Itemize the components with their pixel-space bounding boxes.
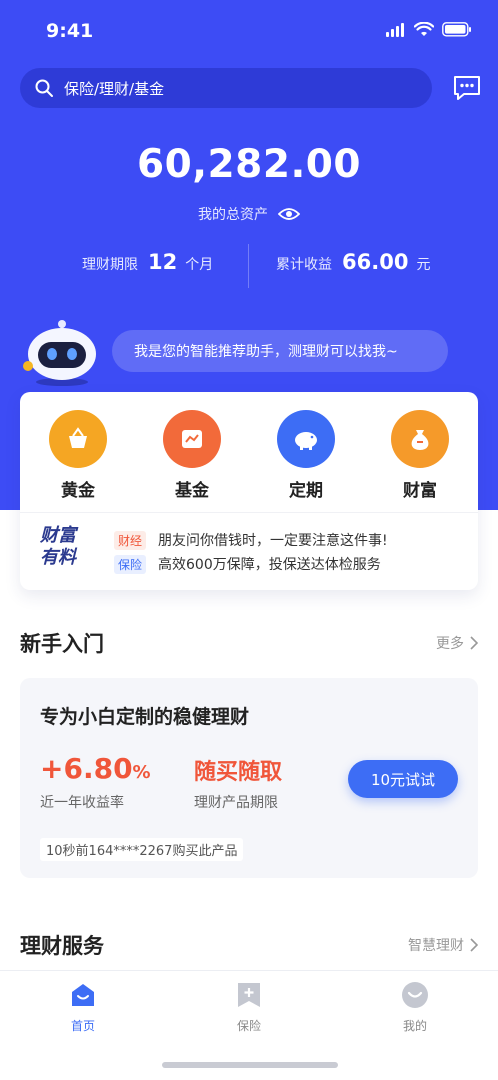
yield-rate-unit: % [132, 762, 151, 783]
category-fixed-term[interactable]: 定期 [266, 410, 346, 501]
assistant-bubble[interactable]: 我是您的智能推荐助手，测理财可以找我~ [112, 330, 448, 372]
recent-purchase-note: 10秒前164****2267购买此产品 [40, 838, 244, 861]
category-label: 财富 [403, 481, 437, 501]
chevron-right-icon [470, 636, 478, 650]
search-bar[interactable]: 保险/理财/基金 [20, 68, 432, 108]
insurance-icon [238, 983, 260, 1007]
beginner-section-title: 新手入门 [20, 632, 104, 656]
services-section-title: 理财服务 [20, 934, 104, 958]
tab-mine[interactable]: 我的 [375, 981, 455, 1034]
battery-icon [442, 22, 471, 37]
basket-icon [69, 427, 87, 448]
income-label: 累计收益 [276, 257, 332, 273]
quick-entry-card: 黄金 基金 定期 财富 财富 有料 财经 朋友问你借钱时，一定要注意这件事! 保… [20, 392, 478, 590]
chart-icon [182, 430, 202, 448]
yield-rate: +6.80% [40, 752, 151, 785]
more-label: 智慧理财 [408, 938, 464, 954]
eye-icon[interactable] [278, 207, 300, 221]
status-icons [386, 22, 472, 37]
product-card[interactable]: 专为小白定制的稳健理财 +6.80% 近一年收益率 随买随取 理财产品期限 10… [20, 678, 478, 878]
news-section: 财富 有料 财经 朋友问你借钱时，一定要注意这件事! 保险 高效600万保障，投… [20, 512, 478, 590]
asset-stats: 理财期限 12 个月 累计收益 66.00 元 [0, 244, 498, 292]
tab-label: 保险 [236, 1019, 261, 1033]
category-gold[interactable]: 黄金 [38, 410, 118, 501]
tab-home[interactable]: 首页 [43, 981, 123, 1034]
search-placeholder: 保险/理财/基金 [64, 79, 165, 98]
message-icon[interactable] [452, 74, 482, 102]
chevron-right-icon [470, 938, 478, 952]
income-unit: 元 [416, 257, 431, 273]
category-fund[interactable]: 基金 [152, 410, 232, 501]
news-item[interactable]: 财经 朋友问你借钱时，一定要注意这件事! [114, 529, 388, 551]
news-text: 高效600万保障，投保送达体检服务 [158, 557, 381, 573]
piggy-bank-icon [295, 432, 317, 450]
tab-label: 首页 [70, 1019, 95, 1033]
income-stat: 累计收益 66.00 元 [276, 250, 430, 292]
wealth-news-logo: 财富 有料 [40, 525, 100, 569]
category-label: 黄金 [61, 481, 95, 501]
stats-divider [248, 244, 249, 288]
category-label: 基金 [175, 481, 209, 501]
news-item[interactable]: 保险 高效600万保障，投保送达体检服务 [114, 553, 381, 575]
fixed-term-circle [277, 410, 335, 468]
news-tag: 保险 [114, 554, 147, 574]
total-assets-value: 60,282.00 [136, 142, 362, 187]
user-smile-icon [402, 982, 428, 1008]
wealth-circle [391, 410, 449, 468]
status-bar: 9:41 [0, 0, 498, 60]
yield-rate-value: +6.80 [40, 752, 133, 785]
logo-line-2: 有料 [40, 547, 76, 568]
wifi-icon [414, 22, 434, 36]
assistant-text: 我是您的智能推荐助手，测理财可以找我~ [134, 344, 398, 360]
try-10-yuan-button[interactable]: 10元试试 [348, 760, 458, 798]
product-title: 专为小白定制的稳健理财 [40, 706, 250, 728]
home-icon [72, 984, 94, 1006]
more-label: 更多 [436, 636, 464, 652]
income-value: 66.00 [342, 250, 409, 274]
term-stat: 理财期限 12 个月 [82, 250, 213, 292]
product-term-value: 随买随取 [194, 760, 283, 785]
news-text: 朋友问你借钱时，一定要注意这件事! [158, 533, 388, 549]
signal-icon [386, 22, 404, 37]
yield-rate-label: 近一年收益率 [40, 795, 124, 811]
beginner-more-link[interactable]: 更多 [436, 633, 478, 653]
category-wealth[interactable]: 财富 [380, 410, 460, 501]
category-label: 定期 [289, 481, 323, 501]
term-unit: 个月 [185, 257, 214, 273]
term-value: 12 [148, 250, 178, 274]
product-term-label: 理财产品期限 [194, 795, 278, 811]
term-label: 理财期限 [82, 257, 138, 273]
total-assets-label-row: 我的总资产 [0, 204, 498, 224]
home-indicator [162, 1062, 338, 1068]
status-time: 9:41 [46, 20, 94, 42]
services-more-link[interactable]: 智慧理财 [408, 935, 478, 955]
news-tag: 财经 [114, 530, 147, 550]
category-grid: 黄金 基金 定期 财富 [20, 410, 478, 501]
fund-circle [163, 410, 221, 468]
search-icon [35, 79, 53, 97]
robot-assistant-icon[interactable] [22, 316, 102, 388]
tab-label: 我的 [402, 1019, 427, 1033]
tab-insurance[interactable]: 保险 [209, 981, 289, 1034]
money-bag-icon [411, 430, 429, 450]
logo-line-1: 财富 [40, 525, 76, 546]
total-assets-label: 我的总资产 [198, 207, 268, 223]
gold-circle [49, 410, 107, 468]
